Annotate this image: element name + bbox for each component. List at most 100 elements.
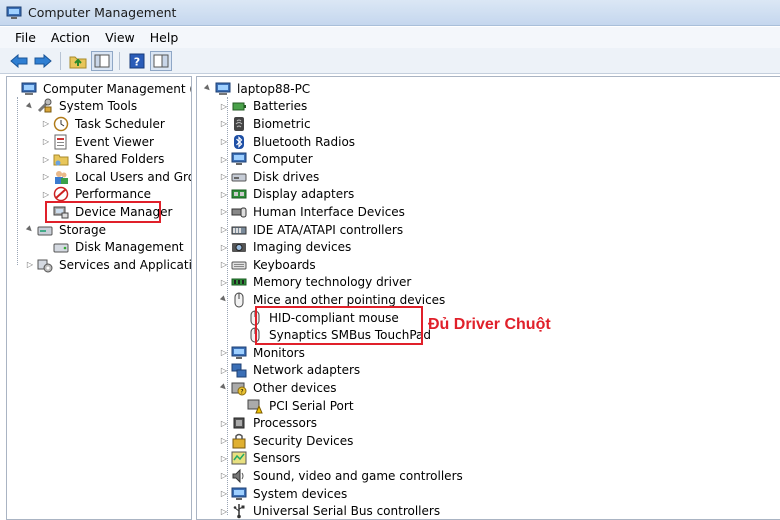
disk-drive-icon [231, 173, 247, 182]
menu-action[interactable]: Action [44, 30, 98, 45]
expand-arrow-icon[interactable]: ▷ [41, 155, 51, 164]
tree-item-display-adapters[interactable]: ▷ Display adapters [219, 186, 356, 204]
monitor-icon [231, 152, 247, 166]
tree-item-other-devices[interactable]: ▲? Other devices [219, 379, 339, 397]
tree-item-label: Network adapters [253, 363, 361, 378]
tree-item-label: Human Interface Devices [253, 204, 405, 219]
tree-item-ide-ata-atapi-controllers[interactable]: ▷ IDE ATA/ATAPI controllers [219, 221, 405, 239]
expand-arrow-icon[interactable]: ▷ [41, 119, 51, 128]
tree-item-label: Disk drives [253, 169, 320, 184]
tree-item-disk-management[interactable]: Disk Management [41, 238, 186, 256]
tree-item-label: PCI Serial Port [269, 398, 354, 413]
memory-icon [231, 278, 247, 286]
collapse-arrow-icon[interactable]: ▲ [202, 83, 214, 95]
tree-item-label: Sensors [253, 451, 301, 466]
tree-item-label: Biometric [253, 116, 311, 131]
expand-arrow-icon[interactable]: ▷ [41, 172, 51, 181]
annotation-text: Đủ Driver Chuột [428, 316, 551, 333]
tree-item-label: System devices [253, 486, 348, 501]
bluetooth-icon [234, 134, 244, 149]
back-arrow-icon[interactable] [8, 51, 30, 71]
network-icon [231, 363, 247, 378]
tree-item-label: Disk Management [75, 240, 184, 255]
ide-icon [231, 226, 247, 235]
tree-item-batteries[interactable]: ▷ Batteries [219, 98, 309, 116]
title-bar: Computer Management [0, 0, 780, 26]
tree-item-label: Keyboards [253, 257, 316, 272]
sensor-icon [231, 451, 247, 465]
computer-icon [215, 82, 231, 95]
tree-item-services-and-applications[interactable]: ▷ Services and Applications [25, 256, 192, 274]
menu-view[interactable]: View [98, 30, 143, 45]
tree-item-bluetooth-radios[interactable]: ▷ Bluetooth Radios [219, 133, 357, 151]
warning-device-icon [247, 399, 263, 414]
system-device-icon [231, 487, 247, 500]
tree-item-label: Performance [75, 187, 152, 202]
help-icon[interactable]: ? [126, 51, 148, 71]
tree-item-universal-serial-bus-controllers[interactable]: ▷ Universal Serial Bus controllers [219, 502, 442, 519]
tree-item-label: Display adapters [253, 187, 355, 202]
tree-item-label: IDE ATA/ATAPI controllers [253, 222, 404, 237]
tree-item-processors[interactable]: ▷ Processors [219, 414, 319, 432]
tree-item-label: Memory technology driver [253, 275, 412, 290]
expand-arrow-icon[interactable]: ▷ [41, 137, 51, 146]
forward-arrow-icon[interactable] [32, 51, 54, 71]
tree-item-label: Computer [253, 152, 313, 167]
tree-item-shared-folders[interactable]: ▷ Shared Folders [41, 150, 166, 168]
collapse-arrow-icon[interactable]: ▲ [218, 382, 230, 394]
console-tree-pane: Computer Management (Local▲System Tools▷… [6, 76, 192, 520]
collapse-arrow-icon[interactable]: ▲ [24, 224, 36, 236]
menu-file[interactable]: File [8, 30, 44, 45]
tree-item-task-scheduler[interactable]: ▷ Task Scheduler [41, 115, 167, 133]
collapse-arrow-icon[interactable]: ▲ [24, 100, 36, 112]
tree-item-disk-drives[interactable]: ▷ Disk drives [219, 168, 321, 186]
tree-item-laptop88-pc[interactable]: ▲ laptop88-PC [203, 80, 312, 98]
tree-guide-line [17, 97, 18, 265]
tree-item-computer[interactable]: ▷ Computer [219, 150, 315, 168]
tree-item-sensors[interactable]: ▷ Sensors [219, 450, 302, 468]
collapse-arrow-icon[interactable]: ▲ [218, 294, 230, 306]
expand-arrow-icon[interactable]: ▷ [41, 190, 51, 199]
tree-item-pci-serial-port[interactable]: PCI Serial Port [235, 397, 356, 415]
tree-item-system-tools[interactable]: ▲ System Tools [25, 98, 139, 116]
tree-item-keyboards[interactable]: ▷ Keyboards [219, 256, 318, 274]
tree-item-label: Monitors [253, 345, 305, 360]
tree-item-label: Task Scheduler [75, 116, 165, 131]
keyboard-icon [231, 261, 247, 270]
tree-item-storage[interactable]: ▲ Storage [25, 221, 108, 239]
toolbar-separator [60, 51, 61, 70]
camera-icon [232, 243, 246, 253]
tree-item-event-viewer[interactable]: ▷ Event Viewer [41, 133, 156, 151]
tree-item-memory-technology-driver[interactable]: ▷ Memory technology driver [219, 274, 413, 292]
tree-item-label: Storage [59, 222, 106, 237]
storage-icon [37, 226, 53, 236]
tree-item-label: Shared Folders [75, 152, 165, 167]
tree-item-label: Mice and other pointing devices [253, 292, 446, 307]
menu-help[interactable]: Help [143, 30, 187, 45]
tree-item-local-users-and-groups[interactable]: ▷ Local Users and Groups [41, 168, 191, 186]
console-icon[interactable] [150, 50, 172, 71]
tree-item-security-devices[interactable]: ▷ Security Devices [219, 432, 355, 450]
computer-management-icon [6, 6, 22, 19]
shared-folder-icon [53, 154, 69, 166]
tree-item-label: Imaging devices [253, 240, 352, 255]
tree-item-label: laptop88-PC [237, 81, 311, 96]
expand-arrow-icon[interactable]: ▷ [25, 260, 35, 269]
mouse-drivers-highlight [255, 306, 423, 345]
tree-item-monitors[interactable]: ▷ Monitors [219, 344, 307, 362]
tree-item-label: Services and Applications [59, 257, 192, 272]
processor-icon [233, 417, 245, 429]
tree-item-label: Event Viewer [75, 134, 154, 149]
tree-item-human-interface-devices[interactable]: ▷ Human Interface Devices [219, 203, 407, 221]
tree-item-network-adapters[interactable]: ▷ Network adapters [219, 362, 362, 380]
up-folder-icon[interactable] [67, 51, 89, 71]
tree-item-label: Sound, video and game controllers [253, 468, 463, 483]
tree-item-computer-management-local[interactable]: Computer Management (Local [9, 80, 191, 98]
menu-bar: File Action View Help [0, 27, 780, 48]
tree-item-imaging-devices[interactable]: ▷ Imaging devices [219, 238, 353, 256]
tree-item-sound-video-and-game-controllers[interactable]: ▷ Sound, video and game controllers [219, 467, 465, 485]
show-hide-tree-icon[interactable] [91, 50, 113, 71]
tree-item-biometric[interactable]: ▷ Biometric [219, 115, 313, 133]
tree-item-system-devices[interactable]: ▷ System devices [219, 485, 349, 503]
computer-mgmt-icon [21, 82, 37, 95]
